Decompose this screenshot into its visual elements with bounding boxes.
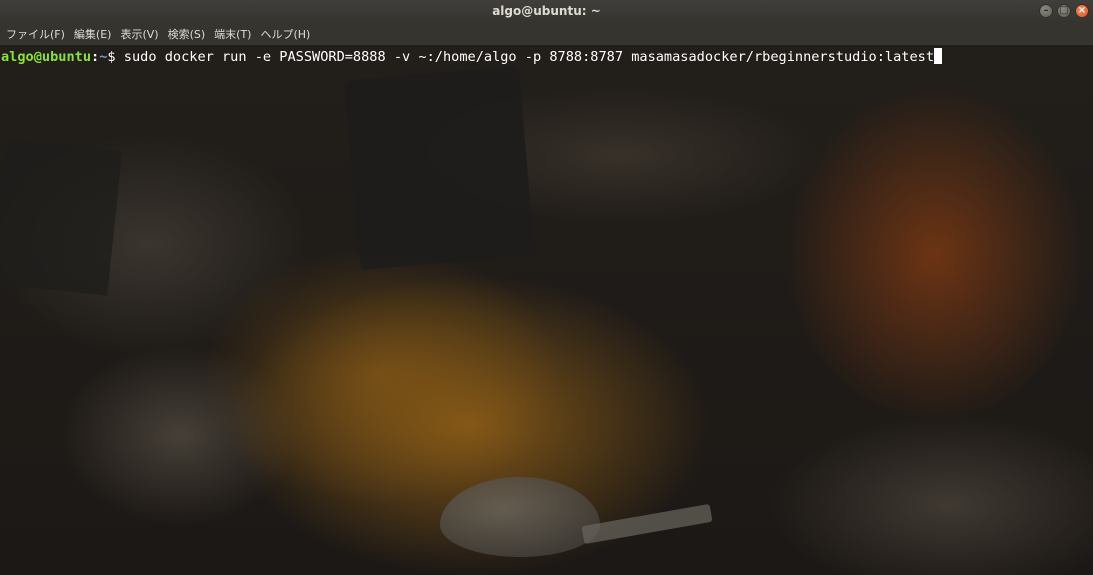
background-scoop (440, 477, 600, 557)
menu-edit[interactable]: 編集(E) (70, 26, 117, 42)
prompt-separator: : (91, 49, 100, 65)
text-cursor (934, 48, 943, 64)
maximize-button[interactable]: □ (1057, 4, 1071, 18)
menu-file[interactable]: ファイル(F) (2, 26, 70, 42)
prompt-symbol: $ (107, 49, 124, 65)
background-sign (344, 65, 535, 271)
terminal-window: algo@ubuntu: ~ – □ × ファイル(F) 編集(E) 表示(V)… (0, 0, 1093, 575)
background-scoop-handle (581, 503, 713, 545)
minimize-button[interactable]: – (1039, 4, 1053, 18)
menu-terminal[interactable]: 端末(T) (210, 26, 256, 42)
command-text: sudo docker run -e PASSWORD=8888 -v ~:/h… (123, 49, 935, 65)
close-button[interactable]: × (1075, 4, 1089, 18)
terminal-area[interactable]: algo@ubuntu:~$ sudo docker run -e PASSWO… (0, 45, 1093, 575)
menu-bar: ファイル(F) 編集(E) 表示(V) 検索(S) 端末(T) ヘルプ(H) (0, 23, 1093, 45)
menu-search[interactable]: 検索(S) (164, 26, 211, 42)
title-bar[interactable]: algo@ubuntu: ~ – □ × (0, 0, 1093, 23)
window-controls: – □ × (1039, 4, 1089, 19)
background-sign-left (0, 139, 123, 296)
menu-view[interactable]: 表示(V) (116, 26, 163, 42)
prompt-user-host: algo@ubuntu (1, 49, 92, 65)
command-line[interactable]: algo@ubuntu:~$ sudo docker run -e PASSWO… (1, 48, 943, 66)
window-title: algo@ubuntu: ~ (492, 4, 601, 18)
menu-help[interactable]: ヘルプ(H) (256, 26, 315, 42)
